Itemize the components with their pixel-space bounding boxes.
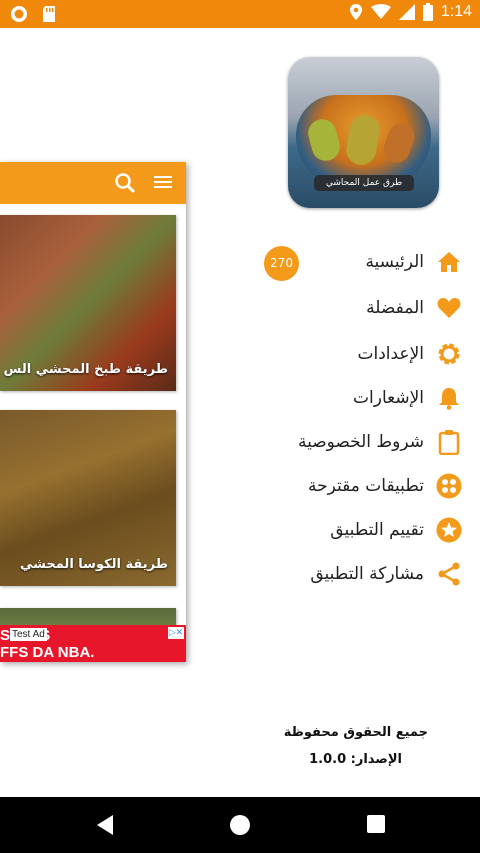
logo-caption: طرق عمل المحاشي <box>314 175 414 191</box>
signal-icon <box>398 4 415 20</box>
drawer-item-label: الإشعارات <box>353 388 424 408</box>
home-button[interactable] <box>229 814 251 840</box>
screen: 1:14 طريقة طبخ المحشي الس طريقة الكوسا ا… <box>0 0 480 853</box>
drawer-item-rate-app[interactable]: تقييم التطبيق <box>280 508 470 552</box>
drawer-item-home[interactable]: الرئيسية <box>280 240 470 284</box>
status-bar-notifications <box>10 5 56 23</box>
gear-icon <box>436 341 462 367</box>
recipe-title: طريقة الكوسا المحشي <box>19 557 168 572</box>
bell-icon <box>436 385 462 411</box>
back-button[interactable] <box>95 814 115 840</box>
drawer-item-settings[interactable]: الإعدادات <box>280 332 470 376</box>
star-icon <box>436 517 462 543</box>
drawer-item-label: المفضلة <box>366 298 424 318</box>
background-toolbar <box>0 162 186 204</box>
ad-choices-icon[interactable]: ▷✕ <box>168 627 184 639</box>
recipe-title: طريقة طبخ المحشي الس <box>3 362 168 377</box>
wifi-icon <box>370 4 391 19</box>
heart-icon <box>436 295 462 321</box>
circle-notification-icon <box>11 6 27 22</box>
background-app-screen: طريقة طبخ المحشي الس طريقة الكوسا المحشي… <box>0 162 186 662</box>
status-time: 1:14 <box>440 3 472 20</box>
sd-card-icon <box>43 6 55 22</box>
app-logo: طرق عمل المحاشي <box>288 57 439 208</box>
drawer-item-label: تقييم التطبيق <box>330 520 424 540</box>
system-navigation-bar <box>0 797 480 853</box>
share-icon <box>436 561 462 587</box>
recents-button[interactable] <box>366 814 386 838</box>
drawer-item-notifications[interactable]: الإشعارات <box>280 376 470 420</box>
recipe-card[interactable]: طريقة الكوسا المحشي <box>0 410 176 586</box>
drawer-item-suggested-apps[interactable]: تطبيقات مقترحة <box>280 464 470 508</box>
location-icon <box>349 4 362 20</box>
ad-text-line2: FFS DA NBA. <box>0 644 95 661</box>
search-icon[interactable] <box>114 172 136 198</box>
drawer-item-label: شروط الخصوصية <box>297 432 424 452</box>
battery-icon <box>422 3 433 21</box>
drawer-item-privacy[interactable]: شروط الخصوصية <box>280 420 470 464</box>
copyright-text: جميع الحقوق محفوظة <box>283 725 428 740</box>
clipboard-icon <box>436 429 462 455</box>
menu-icon[interactable] <box>154 174 172 194</box>
drawer-item-label: مشاركة التطبيق <box>310 564 424 584</box>
test-ad-label: Test Ad <box>10 628 47 641</box>
apps-grid-icon <box>436 473 462 499</box>
drawer-item-label: الرئيسية <box>365 252 424 272</box>
drawer-item-share-app[interactable]: مشاركة التطبيق <box>280 552 470 596</box>
version-text: الإصدار: 1.0.0 <box>309 752 402 767</box>
ad-banner[interactable]: SI AOS FFS DA NBA. Test Ad ▷✕ <box>0 625 186 662</box>
home-icon <box>436 249 462 275</box>
status-bar-system: 1:14 <box>349 3 472 21</box>
drawer-item-label: الإعدادات <box>357 344 424 364</box>
drawer-item-favorites[interactable]: المفضلة <box>280 286 470 330</box>
recipe-card[interactable]: طريقة طبخ المحشي الس <box>0 215 176 391</box>
status-bar: 1:14 <box>0 0 480 28</box>
drawer-item-label: تطبيقات مقترحة <box>308 476 424 496</box>
